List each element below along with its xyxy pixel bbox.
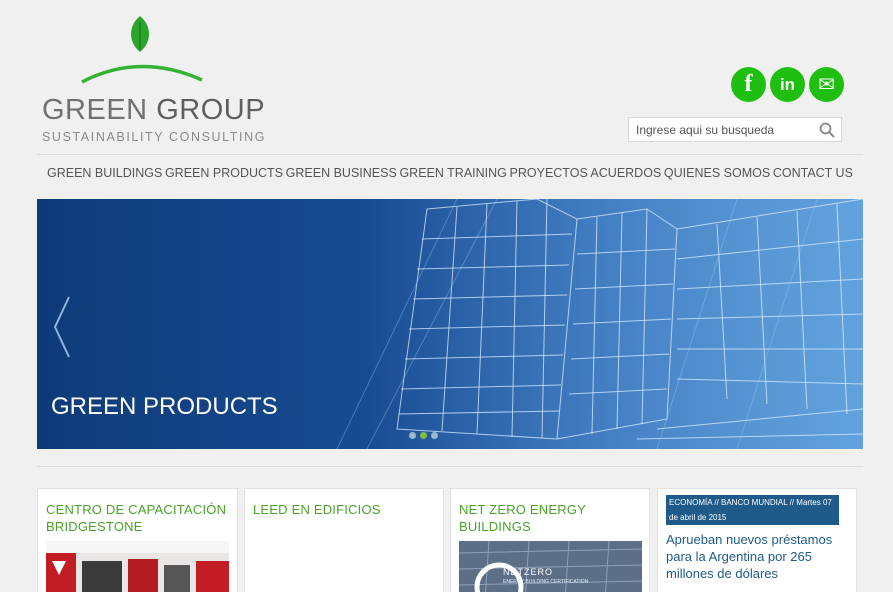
email-glyph: ✉ [818,74,835,96]
section-divider [37,466,863,467]
slider-dot[interactable] [409,432,416,439]
card-title: NET ZERO ENERGY BUILDINGS [459,502,586,534]
showroom-image [46,541,229,592]
facebook-icon[interactable]: f [731,67,766,102]
card-leed-edificios[interactable]: LEED EN EDIFICIOS [244,488,444,592]
nav-item-green-products[interactable]: GREEN PRODUCTS [165,166,283,180]
card-net-zero[interactable]: NET ZERO ENERGY BUILDINGS NETZERO ENERGY… [450,488,650,592]
card-centro-capacitacion[interactable]: CENTRO DE CAPACITACIÓN BRIDGESTONE [37,488,238,592]
search-box [628,117,842,142]
logo-name-part2: GROUP [156,94,266,126]
logo-tagline: SUSTAINABILITY CONSULTING [42,130,267,144]
slider-dot-active[interactable] [420,432,427,439]
main-nav: GREEN BUILDINGS GREEN PRODUCTS GREEN BUS… [37,166,863,180]
search-icon[interactable] [819,122,835,138]
news-category-date: ECONOMÍA // BANCO MUNDIAL // Martes 07 d… [666,495,839,525]
nav-item-quienes-somos[interactable]: QUIENES SOMOS [664,166,770,180]
nav-divider [37,154,863,155]
linkedin-icon[interactable]: in [770,67,805,102]
netzero-logo-text: NETZERO [503,567,554,577]
card-image-placeholder [253,541,436,592]
social-links: f in ✉ [731,67,844,102]
logo-text: GREEN GROUP [42,94,265,127]
facebook-glyph: f [744,71,753,97]
site-logo[interactable]: GREEN GROUP SUSTAINABILITY CONSULTING [40,12,265,152]
hero-slider[interactable]: GREEN PRODUCTS [37,199,863,449]
news-headline[interactable]: Aprueban nuevos préstamos para la Argent… [666,531,856,582]
netzero-logo-subtext: ENERGY BUILDING CERTIFICATION [503,579,589,585]
nav-item-green-buildings[interactable]: GREEN BUILDINGS [47,166,162,180]
slider-dot[interactable] [431,432,438,439]
slide-title: GREEN PRODUCTS [51,393,278,420]
email-icon[interactable]: ✉ [809,67,844,102]
nav-item-proyectos[interactable]: PROYECTOS [510,166,588,180]
search-input[interactable] [636,122,816,138]
nav-item-green-business[interactable]: GREEN BUSINESS [286,166,397,180]
card-title: CENTRO DE CAPACITACIÓN BRIDGESTONE [46,502,227,534]
news-card[interactable]: ECONOMÍA // BANCO MUNDIAL // Martes 07 d… [657,488,857,592]
logo-name-part1: GREEN [42,94,148,126]
chevron-left-icon[interactable] [51,295,73,359]
slider-dots [409,432,438,439]
nav-item-contact-us[interactable]: CONTACT US [773,166,853,180]
nav-item-green-training[interactable]: GREEN TRAINING [399,166,506,180]
leaf-logo-icon [81,16,203,84]
card-title: LEED EN EDIFICIOS [253,502,381,517]
linkedin-glyph: in [779,74,796,94]
nav-item-acuerdos[interactable]: ACUERDOS [590,166,661,180]
